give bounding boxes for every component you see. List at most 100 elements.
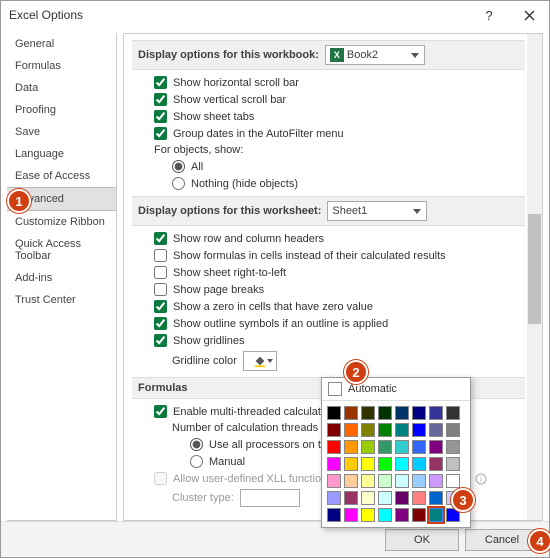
color-swatch[interactable]	[446, 474, 460, 488]
chk-group-dates[interactable]	[154, 127, 167, 140]
color-swatch[interactable]	[395, 440, 409, 454]
color-swatch[interactable]	[344, 457, 358, 471]
color-swatch[interactable]	[395, 508, 409, 522]
color-swatch[interactable]	[378, 406, 392, 420]
color-swatch[interactable]	[344, 406, 358, 420]
color-swatch[interactable]	[429, 474, 443, 488]
chk-sheet-tabs[interactable]	[154, 110, 167, 123]
color-swatch[interactable]	[344, 423, 358, 437]
sidebar-item-ease-of-access[interactable]: Ease of Access	[7, 165, 116, 187]
color-swatch[interactable]	[412, 406, 426, 420]
ok-button[interactable]: OK	[385, 529, 459, 551]
gridline-color-button[interactable]	[243, 351, 277, 371]
color-swatch[interactable]	[429, 508, 443, 522]
color-swatch[interactable]	[361, 491, 375, 505]
color-swatch[interactable]	[446, 440, 460, 454]
color-swatch[interactable]	[412, 457, 426, 471]
chk-zero[interactable]	[154, 300, 167, 313]
color-swatch[interactable]	[395, 491, 409, 505]
close-button[interactable]	[509, 1, 549, 29]
color-swatch[interactable]	[361, 406, 375, 420]
sidebar-item-language[interactable]: Language	[7, 143, 116, 165]
color-swatch[interactable]	[378, 457, 392, 471]
color-swatch[interactable]	[446, 406, 460, 420]
color-swatch[interactable]	[412, 491, 426, 505]
color-automatic-row[interactable]: Automatic	[322, 378, 470, 401]
sidebar-item-customize-ribbon[interactable]: Customize Ribbon	[7, 211, 116, 233]
worksheet-dropdown[interactable]: Sheet1	[327, 201, 427, 221]
color-swatch[interactable]	[344, 440, 358, 454]
scrollbar[interactable]	[527, 34, 542, 520]
sidebar-item-save[interactable]: Save	[7, 121, 116, 143]
color-swatch[interactable]	[378, 491, 392, 505]
color-swatch[interactable]	[378, 440, 392, 454]
color-swatch[interactable]	[378, 508, 392, 522]
color-swatch[interactable]	[429, 491, 443, 505]
scrollbar-thumb[interactable]	[528, 214, 541, 324]
chk-h-scroll[interactable]	[154, 76, 167, 89]
color-swatch[interactable]	[429, 457, 443, 471]
lbl-outline: Show outline symbols if an outline is ap…	[173, 318, 388, 330]
sidebar-item-formulas[interactable]: Formulas	[7, 55, 116, 77]
color-swatch[interactable]	[429, 406, 443, 420]
lbl-v-scroll: Show vertical scroll bar	[173, 94, 286, 106]
color-swatch[interactable]	[361, 457, 375, 471]
callout-4: 4	[528, 529, 550, 553]
color-swatch[interactable]	[327, 457, 341, 471]
color-swatch[interactable]	[344, 508, 358, 522]
chk-page-breaks[interactable]	[154, 283, 167, 296]
category-sidebar: General Formulas Data Proofing Save Lang…	[7, 33, 117, 521]
color-swatch[interactable]	[395, 423, 409, 437]
color-swatch[interactable]	[446, 457, 460, 471]
lbl-objects-show: For objects, show:	[154, 142, 519, 158]
chk-multithread[interactable]	[154, 405, 167, 418]
color-swatch[interactable]	[327, 474, 341, 488]
color-swatch[interactable]	[395, 406, 409, 420]
automatic-swatch	[328, 382, 342, 396]
color-swatch[interactable]	[361, 474, 375, 488]
color-swatch[interactable]	[378, 423, 392, 437]
color-swatch[interactable]	[344, 474, 358, 488]
radio-use-all[interactable]	[190, 438, 203, 451]
sidebar-item-data[interactable]: Data	[7, 77, 116, 99]
color-swatch[interactable]	[361, 508, 375, 522]
color-swatch[interactable]	[327, 440, 341, 454]
sidebar-item-proofing[interactable]: Proofing	[7, 99, 116, 121]
color-swatch[interactable]	[361, 440, 375, 454]
radio-objects-nothing[interactable]	[172, 177, 185, 190]
color-swatch[interactable]	[327, 406, 341, 420]
color-swatch[interactable]	[327, 508, 341, 522]
radio-objects-all[interactable]	[172, 160, 185, 173]
chk-rtl[interactable]	[154, 266, 167, 279]
color-swatch[interactable]	[327, 491, 341, 505]
color-swatch[interactable]	[395, 457, 409, 471]
chk-v-scroll[interactable]	[154, 93, 167, 106]
chk-show-formulas[interactable]	[154, 249, 167, 262]
color-swatch[interactable]	[361, 423, 375, 437]
color-swatch[interactable]	[327, 423, 341, 437]
sidebar-item-quick-access-toolbar[interactable]: Quick Access Toolbar	[7, 233, 116, 267]
color-swatch[interactable]	[412, 474, 426, 488]
sidebar-item-trust-center[interactable]: Trust Center	[7, 289, 116, 311]
sidebar-item-general[interactable]: General	[7, 33, 116, 55]
color-swatch[interactable]	[429, 423, 443, 437]
color-swatch[interactable]	[412, 423, 426, 437]
color-swatch[interactable]	[429, 440, 443, 454]
help-button[interactable]: ?	[469, 1, 509, 29]
chk-outline[interactable]	[154, 317, 167, 330]
color-swatch[interactable]	[446, 423, 460, 437]
workbook-dropdown[interactable]: X Book2	[325, 45, 425, 65]
color-swatch[interactable]	[344, 491, 358, 505]
color-swatch[interactable]	[395, 474, 409, 488]
lbl-h-scroll: Show horizontal scroll bar	[173, 77, 299, 89]
color-swatch[interactable]	[378, 474, 392, 488]
chk-row-col-headers[interactable]	[154, 232, 167, 245]
color-swatch[interactable]	[412, 440, 426, 454]
lbl-multithread: Enable multi-threaded calculation	[173, 406, 336, 418]
sidebar-item-add-ins[interactable]: Add-ins	[7, 267, 116, 289]
radio-manual[interactable]	[190, 455, 203, 468]
chk-udf-cluster	[154, 472, 167, 485]
lbl-gridline-color: Gridline color	[172, 355, 237, 367]
chk-gridlines[interactable]	[154, 334, 167, 347]
color-swatch[interactable]	[412, 508, 426, 522]
